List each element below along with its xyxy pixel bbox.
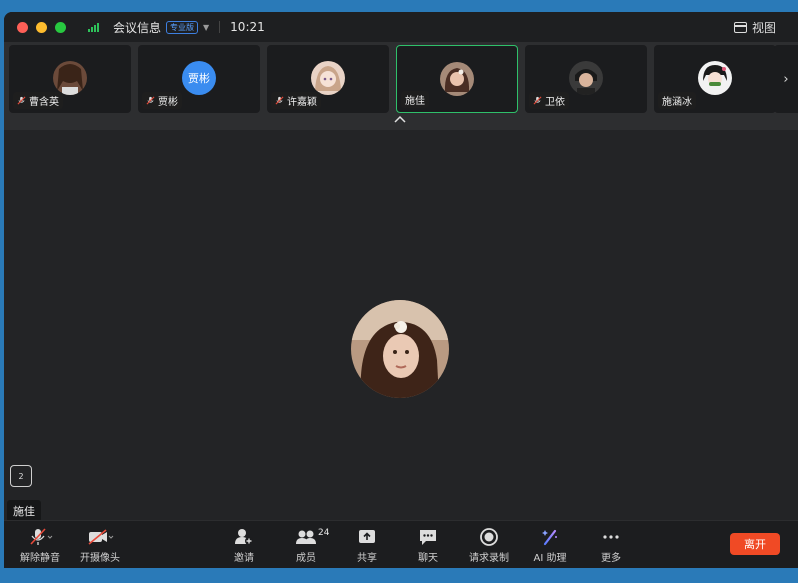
record-label: 请求录制 xyxy=(469,553,509,564)
more-button[interactable]: 更多 xyxy=(581,527,641,564)
share-label: 共享 xyxy=(357,553,377,564)
participant-tile[interactable]: 许嘉颖 xyxy=(267,45,389,113)
caption-toggle-button[interactable]: 2 xyxy=(10,465,32,487)
participant-tile[interactable]: 施涵冰 xyxy=(654,45,776,113)
invite-button[interactable]: 邀请 xyxy=(214,527,274,564)
share-button[interactable]: 共享 xyxy=(337,527,397,564)
view-label: 视图 xyxy=(751,21,776,35)
participant-name: 贾彬 xyxy=(158,97,178,108)
participant-name-pill: 贾彬 xyxy=(142,92,182,109)
more-label: 更多 xyxy=(601,553,621,564)
camera-button[interactable]: 开摄像头 xyxy=(70,527,130,564)
request-record-button[interactable]: 请求录制 xyxy=(459,527,519,564)
collapse-strip-chevron-up-icon[interactable] xyxy=(392,114,408,126)
network-signal-icon[interactable] xyxy=(88,22,99,32)
meeting-info-title[interactable]: 会议信息 xyxy=(113,19,161,36)
share-screen-icon xyxy=(359,530,375,543)
participant-name-pill: 卫依 xyxy=(529,92,569,109)
participant-name-pill: 施涵冰 xyxy=(658,92,696,109)
mic-off-icon xyxy=(533,96,542,105)
members-icon xyxy=(296,530,316,544)
members-button[interactable]: 24 成员 xyxy=(276,527,336,564)
invite-label: 邀请 xyxy=(234,553,254,564)
avatar xyxy=(569,61,603,95)
participant-name: 曹含英 xyxy=(29,97,59,108)
mic-off-icon xyxy=(275,96,284,105)
main-speaker-avatar xyxy=(351,300,449,398)
mic-off-icon xyxy=(30,528,53,545)
avatar xyxy=(440,62,474,96)
avatar xyxy=(53,61,87,95)
chat-label: 聊天 xyxy=(418,553,438,564)
participant-name: 许嘉颖 xyxy=(287,97,317,108)
pro-badge: 专业版 xyxy=(166,20,199,34)
participant-name-pill: 曹含英 xyxy=(13,92,63,109)
mic-off-icon xyxy=(17,96,26,105)
participant-tile[interactable]: 曹含英 xyxy=(9,45,131,113)
leave-button[interactable]: 离开 xyxy=(730,533,780,555)
meeting-time: 10:21 xyxy=(230,20,265,34)
participant-strip: 曹含英 贾彬 贾彬 许嘉颖 施佳 卫依 施涵冰 › xyxy=(4,42,798,130)
caption-icon: 2 xyxy=(18,471,24,481)
meeting-window: 会议信息 专业版 ▼ 10:21 视图 曹含英 贾彬 贾彬 许嘉颖 施佳 卫依 … xyxy=(4,12,798,568)
ai-magic-wand-icon xyxy=(542,529,557,546)
chat-button[interactable]: 聊天 xyxy=(398,527,458,564)
camera-label: 开摄像头 xyxy=(80,553,120,564)
unmute-label: 解除静音 xyxy=(20,553,60,564)
ai-assistant-button[interactable]: AI 助理 xyxy=(520,527,580,564)
members-label: 成员 xyxy=(296,553,316,564)
avatar xyxy=(311,61,345,95)
record-icon xyxy=(480,528,498,546)
more-dots-icon xyxy=(603,535,619,539)
unmute-button[interactable]: 解除静音 xyxy=(10,527,70,564)
participant-tile-active[interactable]: 施佳 xyxy=(396,45,518,113)
mic-off-icon xyxy=(146,96,155,105)
close-window-button[interactable] xyxy=(17,21,28,33)
participant-name: 施涵冰 xyxy=(662,97,692,108)
chevron-right-icon: › xyxy=(783,71,789,87)
participant-name-pill: 施佳 xyxy=(401,91,429,108)
minimize-window-button[interactable] xyxy=(36,21,47,33)
chevron-down-icon[interactable]: ▼ xyxy=(203,23,209,32)
view-button[interactable]: 视图 xyxy=(733,19,776,36)
meeting-toolbar: 解除静音 开摄像头 邀请 24 成员 共享 聊天 请求录制 AI 助理 更多 离… xyxy=(4,520,798,568)
view-grid-icon xyxy=(733,22,747,33)
participant-name: 卫依 xyxy=(545,97,565,108)
window-controls xyxy=(17,21,66,33)
maximize-window-button[interactable] xyxy=(55,21,66,33)
title-bar: 会议信息 专业版 ▼ 10:21 视图 xyxy=(4,12,798,42)
participant-name: 施佳 xyxy=(405,96,425,107)
avatar: 贾彬 xyxy=(182,61,216,95)
participant-name-pill: 许嘉颖 xyxy=(271,92,321,109)
participant-tile[interactable]: 贾彬 贾彬 xyxy=(138,45,260,113)
next-page-button[interactable]: › xyxy=(774,45,798,113)
participant-tile[interactable]: 卫依 xyxy=(525,45,647,113)
invite-user-icon xyxy=(235,529,253,545)
ai-label: AI 助理 xyxy=(533,553,567,564)
members-count: 24 xyxy=(318,528,330,538)
avatar xyxy=(698,61,732,95)
chat-icon xyxy=(420,530,436,545)
divider xyxy=(219,21,221,33)
camera-off-icon xyxy=(88,529,114,545)
active-speaker-label: 施佳 xyxy=(7,500,41,522)
